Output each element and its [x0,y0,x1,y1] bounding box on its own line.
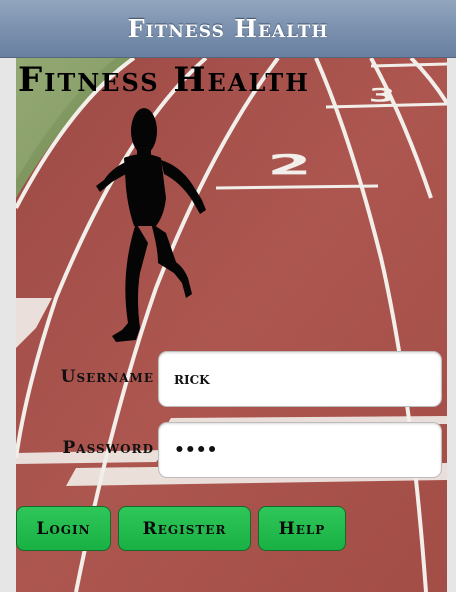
login-button[interactable]: Login [16,506,111,551]
register-button[interactable]: Register [118,506,251,551]
lane-number-3: 3 [369,85,396,106]
help-button[interactable]: Help [258,506,346,551]
username-row: Username [16,351,447,409]
password-label: Password [62,438,154,458]
password-row: Password [16,422,447,480]
right-margin [447,58,456,592]
left-margin [0,58,16,592]
password-field[interactable] [158,422,442,478]
username-field[interactable] [158,351,442,407]
login-screen: 2 3 Fitness Health Username rick Passwor… [16,58,447,592]
username-label: Username [60,367,154,387]
brand-heading: Fitness Health [18,60,310,100]
title-bar: Fitness Health [0,0,456,58]
app-window: Fitness Health 2 3 Fitness Health Userna… [0,0,456,592]
title-bar-text: Fitness Health [127,14,329,43]
lane-number-2: 2 [267,148,312,181]
